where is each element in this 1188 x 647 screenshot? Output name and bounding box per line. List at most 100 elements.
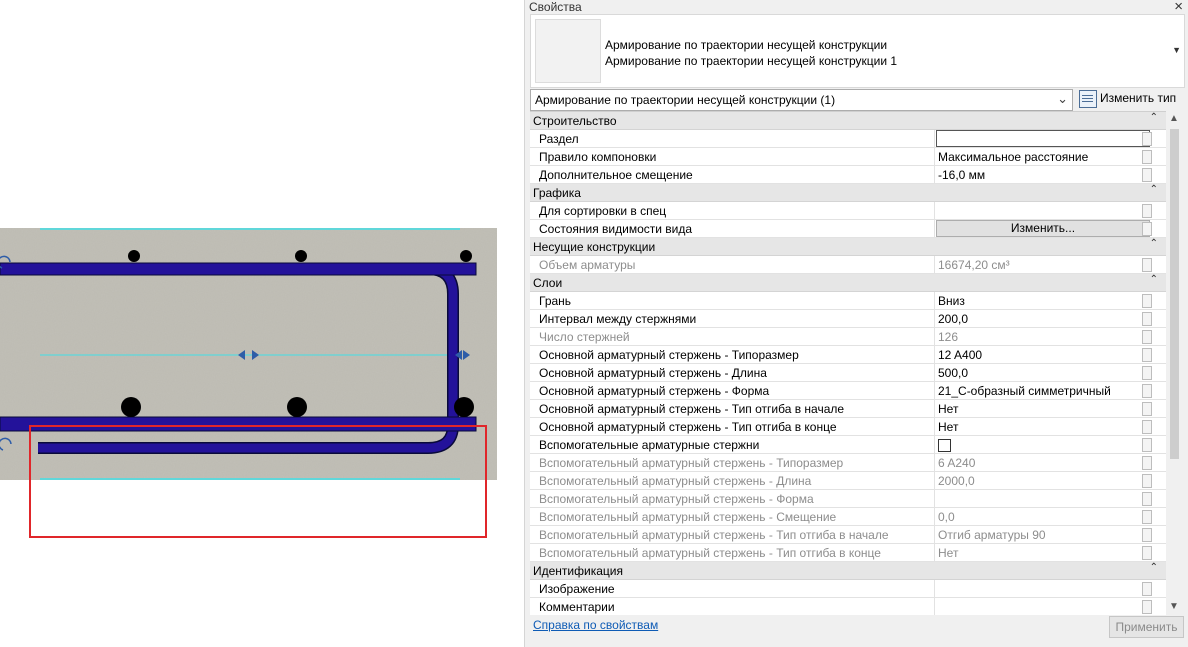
associate-parameter-icon[interactable] (1142, 132, 1152, 146)
property-value-cell[interactable]: Нет (934, 418, 1152, 435)
associate-parameter-icon[interactable] (1142, 438, 1152, 452)
dropdown-arrow-icon[interactable]: ▼ (1172, 45, 1181, 55)
associate-parameter-icon[interactable] (1142, 168, 1152, 182)
edit-visibility-button[interactable]: Изменить... (936, 220, 1150, 237)
properties-help-link[interactable]: Справка по свойствам (533, 618, 658, 632)
property-row[interactable]: Правило компоновки Максимальное расстояни… (530, 148, 1166, 166)
rebar-dot[interactable] (460, 250, 472, 262)
group-header[interactable]: Слои ⌃ (530, 274, 1166, 292)
associate-parameter-icon[interactable] (1142, 528, 1152, 542)
property-row[interactable]: Основной арматурный стержень - Типоразме… (530, 346, 1166, 364)
collapse-icon[interactable]: ⌃ (1150, 238, 1158, 249)
associate-parameter-icon[interactable] (1142, 366, 1152, 380)
property-name: Раздел (539, 132, 579, 146)
property-checkbox[interactable] (938, 439, 951, 452)
property-value-cell[interactable]: 21_С-образный симметричный (934, 382, 1152, 399)
rebar-dot[interactable] (287, 397, 307, 417)
group-header[interactable]: Несущие конструкции ⌃ (530, 238, 1166, 256)
property-value-cell[interactable]: Вниз (934, 292, 1152, 309)
associate-parameter-icon[interactable] (1142, 222, 1152, 236)
collapse-icon[interactable]: ⌃ (1150, 274, 1158, 285)
property-value-cell[interactable] (934, 202, 1152, 219)
group-header[interactable]: Строительство ⌃ (530, 112, 1166, 130)
chevron-down-icon[interactable]: ⌄ (1057, 91, 1068, 107)
property-text-input[interactable] (936, 130, 1150, 147)
group-header[interactable]: Идентификация ⌃ (530, 562, 1166, 580)
associate-parameter-icon[interactable] (1142, 330, 1152, 344)
property-name: Основной арматурный стержень - Длина (539, 366, 767, 380)
edit-type-button[interactable]: Изменить тип (1078, 89, 1188, 109)
property-row[interactable]: Раздел (530, 130, 1166, 148)
type-selector[interactable]: Армирование по траектории несущей констр… (530, 14, 1185, 88)
rebar-top-bar[interactable] (0, 262, 477, 276)
property-value-cell[interactable]: Максимальное расстояние (934, 148, 1152, 165)
property-name: Изображение (539, 582, 615, 596)
property-value-cell[interactable]: -16,0 мм (934, 166, 1152, 183)
associate-parameter-icon[interactable] (1142, 546, 1152, 560)
associate-parameter-icon[interactable] (1142, 294, 1152, 308)
property-value-cell[interactable]: 12 A400 (934, 346, 1152, 363)
associate-parameter-icon[interactable] (1142, 510, 1152, 524)
property-row[interactable]: Для сортировки в спец (530, 202, 1166, 220)
rebar-dot[interactable] (128, 250, 140, 262)
property-value-cell[interactable]: 200,0 (934, 310, 1152, 327)
associate-parameter-icon[interactable] (1142, 384, 1152, 398)
associate-parameter-icon[interactable] (1142, 402, 1152, 416)
property-value-cell[interactable]: Изменить... (934, 220, 1152, 237)
apply-button[interactable]: Применить (1109, 616, 1184, 638)
property-value: Максимальное расстояние (938, 150, 1089, 164)
property-name: Вспомогательный арматурный стержень - См… (539, 510, 837, 524)
collapse-icon[interactable]: ⌃ (1150, 184, 1158, 195)
associate-parameter-icon[interactable] (1142, 258, 1152, 272)
associate-parameter-icon[interactable] (1142, 492, 1152, 506)
property-row[interactable]: Комментарии (530, 598, 1166, 615)
rebar-dot[interactable] (121, 397, 141, 417)
property-value: Нет (938, 546, 959, 560)
property-value-cell[interactable] (934, 580, 1152, 597)
group-header[interactable]: Графика ⌃ (530, 184, 1166, 202)
property-name: Основной арматурный стержень - Форма (539, 384, 770, 398)
associate-parameter-icon[interactable] (1142, 150, 1152, 164)
associate-parameter-icon[interactable] (1142, 456, 1152, 470)
property-row[interactable]: Основной арматурный стержень - Тип отгиб… (530, 400, 1166, 418)
collapse-icon[interactable]: ⌃ (1150, 562, 1158, 573)
properties-grid[interactable]: Строительство ⌃ Раздел Правило компоновки Ма… (530, 111, 1166, 615)
property-value-cell: 6 A240 (934, 454, 1152, 471)
property-row[interactable]: Вспомогательные арматурные стержни (530, 436, 1166, 454)
property-value-cell[interactable] (934, 436, 1152, 453)
property-row[interactable]: Дополнительное смещение -16,0 мм (530, 166, 1166, 184)
associate-parameter-icon[interactable] (1142, 600, 1152, 614)
drawing-canvas[interactable] (0, 0, 524, 647)
associate-parameter-icon[interactable] (1142, 204, 1152, 218)
property-value-cell: 0,0 (934, 508, 1152, 525)
vertical-scrollbar[interactable]: ▲ ▼ (1166, 111, 1183, 614)
property-row[interactable]: Основной арматурный стержень - Длина 500,… (530, 364, 1166, 382)
scroll-down-icon[interactable]: ▼ (1169, 601, 1179, 612)
property-row[interactable]: Основной арматурный стержень - Тип отгиб… (530, 418, 1166, 436)
property-value-cell[interactable] (934, 130, 1152, 147)
property-name: Правило компоновки (539, 150, 657, 164)
associate-parameter-icon[interactable] (1142, 420, 1152, 434)
property-row[interactable]: Основной арматурный стержень - Форма 21_С… (530, 382, 1166, 400)
property-value-cell[interactable]: Нет (934, 400, 1152, 417)
property-row[interactable]: Изображение (530, 580, 1166, 598)
property-value: 2000,0 (938, 474, 975, 488)
rebar-dot[interactable] (454, 397, 474, 417)
associate-parameter-icon[interactable] (1142, 348, 1152, 362)
scrollbar-thumb[interactable] (1170, 129, 1179, 459)
group-title: Несущие конструкции (533, 240, 656, 254)
property-name: Интервал между стержнями (539, 312, 697, 326)
property-value-cell[interactable] (934, 598, 1152, 615)
property-row[interactable]: Интервал между стержнями 200,0 (530, 310, 1166, 328)
property-row[interactable]: Состояния видимости вида Изменить... (530, 220, 1166, 238)
associate-parameter-icon[interactable] (1142, 312, 1152, 326)
property-value-cell[interactable]: 500,0 (934, 364, 1152, 381)
close-icon[interactable]: × (1174, 0, 1183, 15)
property-row[interactable]: Грань Вниз (530, 292, 1166, 310)
associate-parameter-icon[interactable] (1142, 474, 1152, 488)
scroll-up-icon[interactable]: ▲ (1169, 113, 1179, 124)
instance-filter-select[interactable]: Армирование по траектории несущей констр… (530, 89, 1073, 111)
rebar-dot[interactable] (295, 250, 307, 262)
associate-parameter-icon[interactable] (1142, 582, 1152, 596)
collapse-icon[interactable]: ⌃ (1150, 112, 1158, 123)
